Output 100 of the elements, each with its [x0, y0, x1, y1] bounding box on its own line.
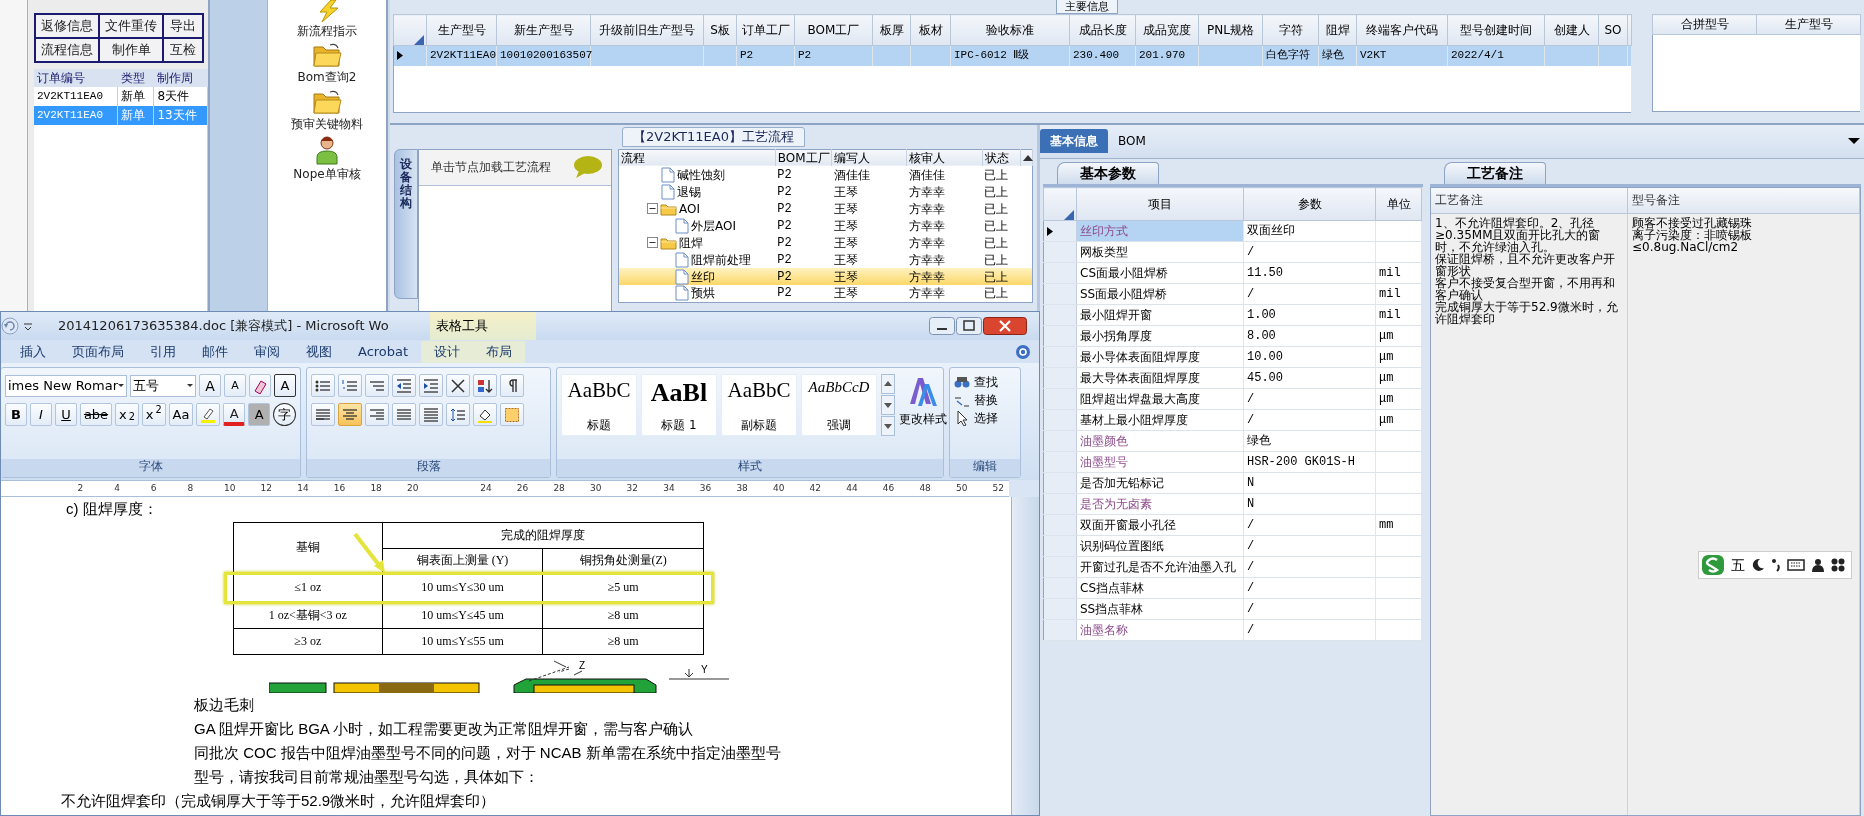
tab[interactable]: 基本参数 [1057, 162, 1159, 184]
align-left-icon[interactable] [311, 403, 335, 426]
editing-button[interactable]: 选择 [954, 410, 1016, 426]
panel-button[interactable]: 制作单 [99, 38, 163, 62]
numbering-icon[interactable] [338, 374, 362, 397]
change-styles-button[interactable]: 更改样式 [899, 374, 947, 459]
bullets-icon[interactable] [311, 374, 335, 397]
grow-font-button[interactable]: A [199, 374, 221, 397]
ribbon-tab[interactable]: 设计 [421, 340, 474, 363]
tree-item-label[interactable]: 阻焊前处理 [691, 253, 751, 266]
launcher-label[interactable]: 新流程指示 [297, 24, 357, 39]
ribbon-tab[interactable]: 引用 [137, 340, 189, 363]
minimize-icon[interactable] [929, 317, 955, 335]
format-button[interactable]: Aa [168, 403, 194, 426]
help-icon[interactable] [1015, 343, 1031, 360]
ribbon-tab[interactable]: 布局 [473, 340, 526, 363]
person-icon[interactable] [315, 135, 339, 166]
enclose-char-button[interactable]: 字 [273, 403, 296, 426]
ribbon-tab[interactable]: 插入 [7, 340, 59, 363]
font-field[interactable]: imes New Romar [5, 374, 128, 397]
shading-icon[interactable] [473, 403, 497, 426]
tree-item-label[interactable]: 碱性蚀刻 [677, 168, 725, 181]
justify-icon[interactable] [392, 403, 416, 426]
tree-item-label[interactable]: 丝印 [691, 270, 715, 283]
side-tab[interactable]: 设备结构 [394, 148, 418, 299]
decrease-indent-icon[interactable] [392, 374, 416, 397]
caret-icon[interactable] [187, 384, 193, 387]
customize-icon[interactable] [23, 321, 33, 331]
editing-button[interactable]: 查找 [954, 374, 1016, 390]
tree-item-label[interactable]: 阻焊 [679, 236, 703, 249]
multilevel-list-icon[interactable] [365, 374, 389, 397]
launcher-label[interactable]: Nope单审核 [293, 167, 361, 182]
scroll-up-icon[interactable] [1022, 153, 1033, 162]
highlighter-icon[interactable] [196, 403, 221, 426]
style-tile[interactable]: AaBbCcD 强调 [801, 374, 877, 436]
close-icon[interactable] [983, 317, 1027, 335]
launcher-label[interactable]: 预审关键物料 [291, 116, 363, 132]
moon-icon[interactable] [1751, 558, 1765, 572]
group-label: 样式 [557, 459, 943, 477]
char-shading-button[interactable]: A [248, 403, 271, 426]
table-cell: / [1243, 577, 1376, 599]
ribbon-tab[interactable]: 视图 [293, 340, 345, 363]
distribute-icon[interactable] [419, 403, 443, 426]
dropdown-icon[interactable] [1848, 137, 1860, 145]
launcher-label[interactable]: Bom查询2 [297, 70, 357, 85]
person-icon[interactable] [1811, 558, 1825, 572]
align-right-icon[interactable] [365, 403, 389, 426]
more-icon[interactable] [881, 416, 895, 436]
ribbon-tab[interactable]: 邮件 [189, 340, 241, 363]
ribbon-tab[interactable]: Acrobat [345, 340, 422, 363]
tree-item-label[interactable]: 退锡 [677, 185, 701, 198]
maximize-icon[interactable] [956, 317, 982, 335]
size-field[interactable]: 五号 [130, 374, 196, 397]
format-button[interactable]: x$^{2}$ [141, 403, 166, 426]
folder-icon[interactable] [312, 42, 342, 69]
sort-icon[interactable] [473, 374, 497, 397]
format-button[interactable]: U [55, 403, 77, 426]
table-cell: 已上 [982, 251, 1021, 269]
panel-button[interactable]: 文件重传 [99, 14, 163, 38]
char-border-button[interactable]: A [274, 374, 296, 397]
collapse-icon[interactable] [647, 237, 658, 249]
shrink-font-button[interactable]: A [224, 374, 246, 397]
increase-indent-icon[interactable] [419, 374, 443, 397]
ime-logo-icon[interactable] [1701, 554, 1725, 576]
tab[interactable]: BOM [1108, 129, 1156, 153]
tree-item-label[interactable]: AOI [679, 202, 700, 215]
folder-icon[interactable] [312, 88, 342, 115]
collapse-icon[interactable] [647, 203, 658, 215]
panel-button[interactable]: 导出 [163, 14, 203, 38]
grid-icon[interactable] [1831, 558, 1845, 572]
caret-icon[interactable] [118, 384, 125, 387]
format-button[interactable]: I [30, 403, 52, 426]
style-tile[interactable]: AaBl 标题 1 [641, 374, 717, 436]
tab[interactable]: 基本信息 [1040, 129, 1108, 153]
tree-item-label[interactable]: 预烘 [691, 287, 715, 300]
style-tile[interactable]: AaBbC 标题 [561, 374, 637, 436]
format-button[interactable]: abe [80, 403, 112, 426]
row-pointer-icon [397, 51, 403, 61]
panel-button[interactable]: 互检 [163, 38, 203, 62]
ribbon-tab[interactable]: 审阅 [241, 340, 293, 363]
tab[interactable]: 工艺备注 [1444, 162, 1546, 184]
style-tile[interactable]: AaBbC 副标题 [721, 374, 797, 436]
keyboard-icon[interactable] [1787, 559, 1805, 571]
line-spacing-icon[interactable] [446, 403, 470, 426]
clear-format-icon[interactable] [249, 374, 271, 397]
panel-button[interactable]: 流程信息 [35, 38, 99, 62]
tree-item-label[interactable]: 外层AOI [691, 219, 736, 232]
borders-icon[interactable] [500, 403, 524, 426]
font-color-button[interactable]: A [223, 403, 246, 426]
paragraph-mark-icon[interactable] [500, 374, 524, 397]
align-center-icon[interactable] [338, 403, 362, 426]
editing-button[interactable]: 替换 [954, 392, 1016, 408]
punctuation-icon[interactable] [1771, 558, 1781, 572]
scrollbar[interactable] [1011, 497, 1039, 815]
format-button[interactable]: B [5, 403, 27, 426]
panel-button[interactable]: 返修信息 [35, 14, 99, 38]
scroll-down-icon[interactable] [881, 395, 895, 415]
scroll-up-icon[interactable] [881, 374, 895, 394]
ime-mode[interactable]: 五 [1731, 556, 1745, 574]
ribbon-tab[interactable]: 页面布局 [59, 340, 137, 363]
